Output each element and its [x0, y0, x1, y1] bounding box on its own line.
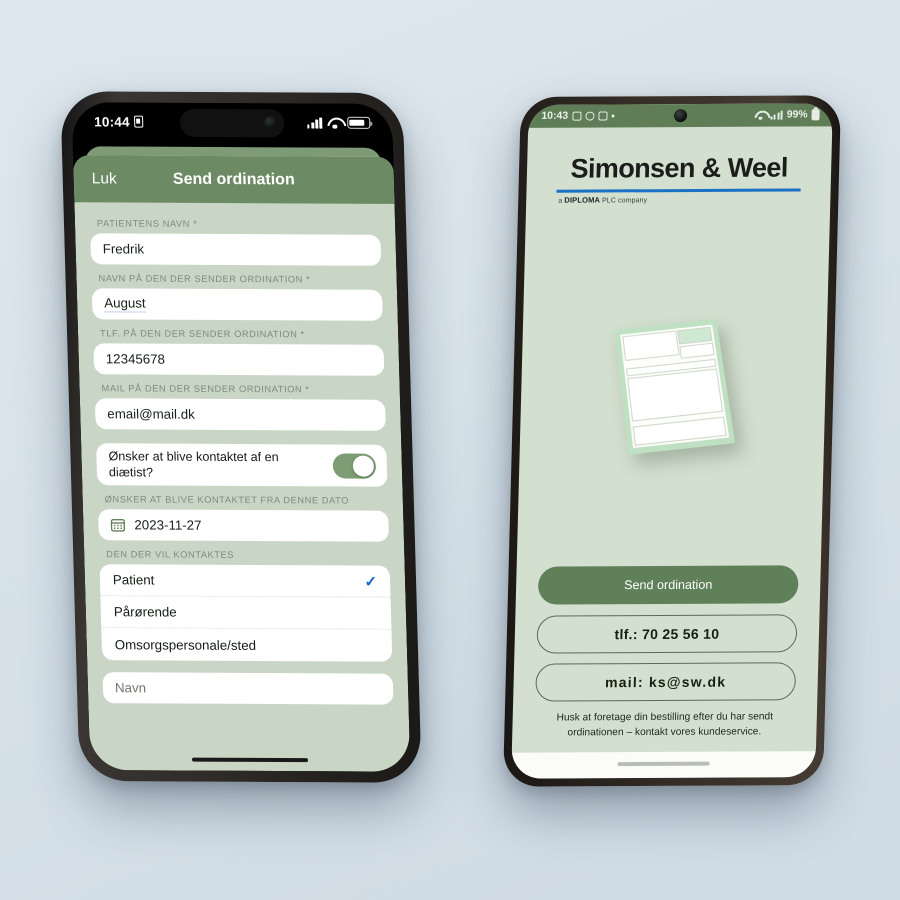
sender-mail-input[interactable]: email@mail.dk — [94, 398, 386, 431]
label-patient-name: PATIENTENS NAVN * — [96, 218, 198, 229]
label-sender-phone: TLF. PÅ DEN DER SENDER ORDINATION * — [99, 328, 305, 340]
dietitian-toggle-row[interactable]: Ønsker at blive kontaktet af en diætist? — [96, 443, 388, 487]
android-navigation-bar — [511, 751, 816, 779]
cloud-notification-icon — [584, 111, 595, 121]
footer-note: Husk at foretage din bestilling efter du… — [556, 711, 774, 738]
list-item[interactable]: Patient ✓ — [99, 564, 391, 598]
sender-name-input[interactable]: August — [91, 288, 383, 321]
pad-field-2 — [679, 342, 715, 360]
brand-name: Simonsen & Weel — [570, 152, 789, 184]
android-status-left: 10:43 — [541, 110, 615, 122]
patient-name-value: Fredrik — [102, 241, 145, 257]
option-label: Pårørende — [113, 604, 177, 620]
option-label: Patient — [112, 572, 155, 588]
close-button[interactable]: Luk — [91, 170, 117, 188]
battery-icon — [811, 109, 820, 121]
label-sender-mail: MAIL PÅ DEN DER SENDER ORDINATION * — [101, 383, 310, 395]
contact-date-value: 2023-11-27 — [134, 517, 202, 533]
pad-field-footer — [632, 417, 727, 446]
gesture-pill[interactable] — [617, 761, 710, 767]
image-notification-icon — [597, 111, 608, 121]
status-time: 10:44 — [93, 113, 130, 130]
sheet-header: Luk Send ordination — [73, 155, 395, 204]
status-time: 10:43 — [541, 110, 569, 122]
patient-name-input[interactable]: Fredrik — [90, 233, 382, 266]
pad-inner — [620, 324, 730, 449]
android-device: 10:43 99% Simonsen & Weel a DIPLOMA PLC … — [502, 95, 842, 787]
battery-percent: 99% — [786, 109, 808, 121]
android-status-right: 99% — [754, 109, 820, 121]
app-notification-icon — [571, 111, 582, 121]
brand-rule — [556, 188, 801, 194]
android-status-bar: 10:43 99% — [528, 103, 833, 128]
home-indicator — [191, 757, 309, 763]
phone-button[interactable]: tlf.: 70 25 56 10 — [536, 614, 798, 654]
more-notifications-dot — [611, 114, 615, 118]
sheet-title: Send ordination — [172, 170, 295, 188]
battery-icon — [347, 116, 371, 129]
ios-status-left: 10:44 — [94, 114, 143, 129]
sender-mail-value: email@mail.dk — [107, 406, 195, 422]
dietitian-toggle-label: Ønsker at blive kontaktet af en diætist? — [108, 449, 279, 480]
send-ordination-button[interactable]: Send ordination — [537, 565, 799, 605]
label-sender-name: NAVN PÅ DEN DER SENDER ORDINATION * — [98, 273, 311, 285]
option-label: Omsorgspersonale/sted — [114, 636, 257, 653]
calendar-icon — [110, 519, 126, 532]
cellular-signal-icon — [770, 110, 783, 120]
send-ordination-sheet: Luk Send ordination PATIENTENS NAVN * Fr… — [73, 155, 411, 772]
prescription-pad-illustration — [539, 204, 809, 567]
mail-button[interactable]: mail: ks@sw.dk — [535, 662, 797, 702]
wifi-icon — [327, 117, 342, 128]
sender-name-value: August — [103, 295, 146, 313]
dynamic-island — [179, 108, 285, 138]
ios-status-bar: 10:44 — [71, 102, 393, 148]
pad-sheet — [614, 318, 736, 455]
wifi-icon — [754, 111, 766, 120]
label-contact-date: ØNSKER AT BLIVE KONTAKTET FRA DENNE DATO — [104, 494, 350, 506]
cellular-signal-icon — [307, 117, 323, 129]
list-item[interactable]: Omsorgspersonale/sted — [101, 628, 392, 662]
sender-phone-input[interactable]: 12345678 — [93, 343, 385, 376]
contact-name-input[interactable]: Navn — [102, 672, 394, 705]
ios-status-right — [307, 116, 371, 129]
iphone-device: 10:44 Luk Send ordination PATIENTENS NAV… — [60, 91, 422, 783]
pad-field-body — [627, 368, 724, 423]
tagline-brand: DIPLOMA — [564, 195, 601, 205]
label-contact-target: DEN DER VIL KONTAKTES — [106, 549, 235, 561]
android-screen: 10:43 99% Simonsen & Weel a DIPLOMA PLC … — [511, 103, 833, 779]
contact-target-list: Patient ✓ Pårørende Omsorgspersonale/ste… — [99, 564, 393, 662]
list-item[interactable]: Pårørende — [100, 596, 392, 630]
modal-sheet-stack: Luk Send ordination PATIENTENS NAVN * Fr… — [73, 146, 411, 772]
lock-icon — [133, 115, 143, 128]
ordination-form: PATIENTENS NAVN * Fredrik NAVN PÅ DEN DE… — [74, 202, 408, 705]
front-camera-punchhole — [673, 109, 688, 123]
brand-logo: Simonsen & Weel a DIPLOMA PLC company — [548, 126, 810, 205]
pad-field-1 — [622, 330, 679, 361]
android-content: Simonsen & Weel a DIPLOMA PLC company Se… — [512, 126, 833, 752]
dietitian-toggle-switch[interactable] — [332, 453, 377, 479]
iphone-screen: 10:44 Luk Send ordination PATIENTENS NAV… — [71, 102, 411, 772]
contact-date-input[interactable]: 2023-11-27 — [97, 509, 389, 542]
sender-phone-value: 12345678 — [105, 351, 166, 367]
checkmark-icon: ✓ — [364, 573, 378, 591]
contact-name-placeholder: Navn — [114, 680, 147, 696]
